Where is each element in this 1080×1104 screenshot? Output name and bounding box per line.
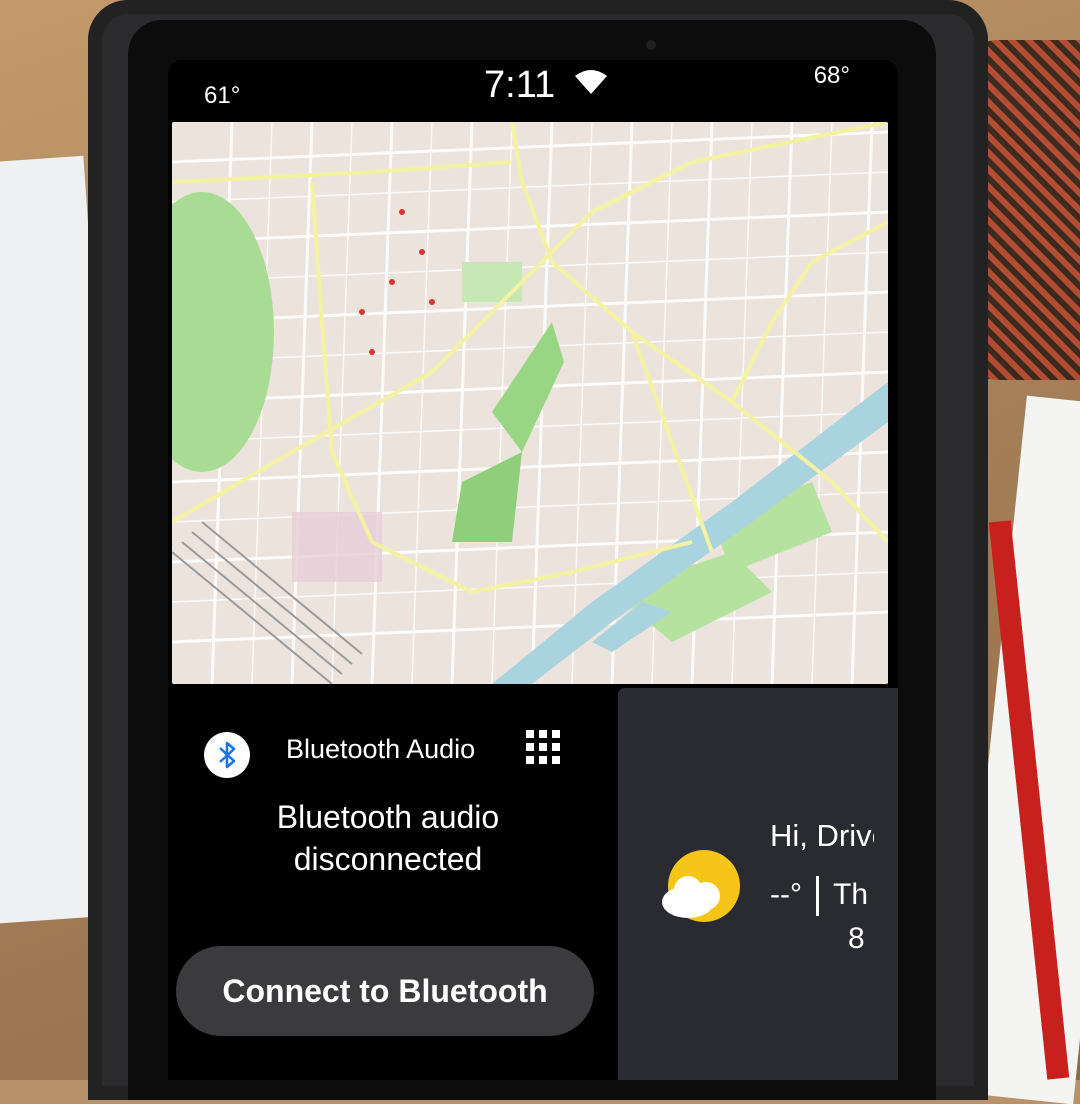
map-tiles bbox=[172, 122, 888, 684]
screen: 61° 7:11 68° Bluetooth Audio Bluetooth a… bbox=[168, 60, 898, 1080]
grid-icon[interactable] bbox=[526, 730, 560, 769]
divider bbox=[816, 876, 819, 916]
map-view[interactable]: − + bbox=[172, 122, 888, 684]
greeting: Hi, Driver bbox=[770, 818, 874, 853]
wifi-icon bbox=[574, 70, 608, 101]
connect-bluetooth-button[interactable]: Connect to Bluetooth bbox=[176, 946, 594, 1036]
bluetooth-icon bbox=[204, 732, 250, 778]
weather-card[interactable]: Hi, Driver --° Th 8 bbox=[618, 688, 898, 1080]
bluetooth-status-message: Bluetooth audio disconnected bbox=[276, 799, 500, 877]
date-number: 8 bbox=[848, 922, 865, 955]
inside-temperature: 61° bbox=[204, 82, 241, 109]
partly-cloudy-icon bbox=[658, 848, 742, 937]
clock: 7:11 bbox=[484, 64, 556, 106]
current-temperature: --° bbox=[770, 877, 802, 911]
weather-summary: --° Th bbox=[770, 876, 868, 916]
status-bar: 61° 7:11 68° bbox=[168, 60, 898, 120]
outside-temperature: 68° bbox=[813, 62, 850, 89]
front-camera bbox=[646, 40, 656, 50]
media-source-title: Bluetooth Audio bbox=[286, 734, 474, 764]
weekday: Th bbox=[833, 877, 869, 911]
bluetooth-audio-card: Bluetooth Audio Bluetooth audio disconne… bbox=[168, 690, 614, 1080]
